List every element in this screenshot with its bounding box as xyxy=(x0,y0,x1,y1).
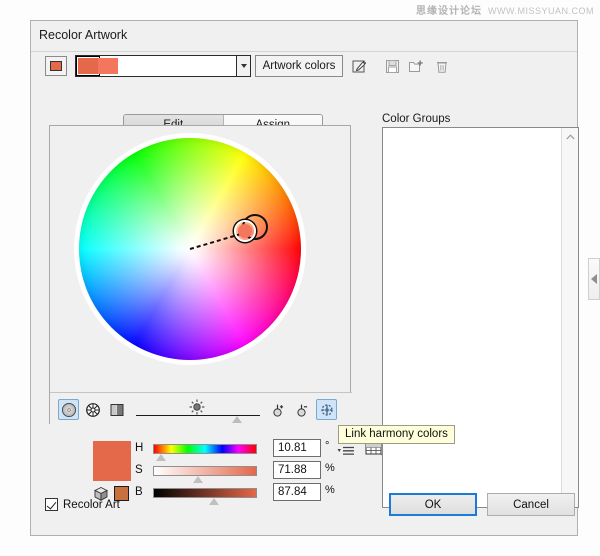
recolor-art-checkbox-wrapper[interactable]: Recolor Art xyxy=(45,498,120,511)
tooltip-link-harmony-colors: Link harmony colors xyxy=(338,425,455,444)
brightness-slider[interactable] xyxy=(136,402,260,422)
combo-swatches xyxy=(76,56,120,76)
ok-button[interactable]: OK xyxy=(389,493,477,516)
brightness-icon xyxy=(187,398,207,416)
screenshot-root: 思缘设计论坛 WWW.MISSYUAN.COM Recolor Artwork A… xyxy=(0,0,600,556)
color-groups-scrollbar[interactable] xyxy=(561,128,578,507)
saturation-label: S xyxy=(135,464,147,476)
color-wheel-toolbar xyxy=(50,392,352,424)
brightness-value-field[interactable]: 87.84 xyxy=(273,483,321,501)
color-marker-dot xyxy=(238,224,252,238)
saturation-slider-bar[interactable] xyxy=(153,466,257,476)
recolor-art-checkbox[interactable] xyxy=(45,498,58,511)
recolor-art-label: Recolor Art xyxy=(63,499,120,511)
brightness-label: B xyxy=(135,486,147,498)
color-wheel[interactable] xyxy=(79,138,301,360)
artwork-colors-label: Artwork colors xyxy=(263,60,336,72)
combo-swatch-0[interactable] xyxy=(78,58,98,74)
color-group-swatch-icon xyxy=(50,61,62,71)
tooltip-text: Link harmony colors xyxy=(345,428,448,440)
link-harmony-colors-button[interactable] xyxy=(316,399,337,420)
hue-label: H xyxy=(135,442,147,454)
saturation-value-field[interactable]: 71.88 xyxy=(273,461,321,479)
combo-empty-area xyxy=(120,56,236,76)
cancel-button[interactable]: Cancel xyxy=(487,493,575,516)
watermark: 思缘设计论坛 WWW.MISSYUAN.COM xyxy=(416,2,594,17)
panel-collapse-handle[interactable] xyxy=(588,258,600,300)
display-color-bars-button[interactable] xyxy=(106,399,127,420)
hue-slider-bar[interactable] xyxy=(153,444,257,454)
collapse-arrow-icon xyxy=(591,274,597,284)
trash-icon[interactable] xyxy=(431,55,453,77)
saturation-unit: % xyxy=(325,462,335,474)
display-smooth-color-wheel-button[interactable] xyxy=(58,399,79,420)
brightness-slider-bar[interactable] xyxy=(153,488,257,498)
dialog-title: Recolor Artwork xyxy=(39,28,127,42)
color-group-combo[interactable] xyxy=(75,55,251,77)
hue-slider-thumb[interactable] xyxy=(156,454,166,461)
chevron-down-icon[interactable] xyxy=(236,56,250,76)
recolor-artwork-dialog: Recolor Artwork Artwork colors xyxy=(30,20,578,536)
saturation-slider-row: S 71.88 % xyxy=(49,464,359,478)
remove-color-tool-button[interactable] xyxy=(292,399,313,420)
slider-options-menu-icon[interactable] xyxy=(337,444,355,458)
watermark-url: WWW.MISSYUAN.COM xyxy=(488,6,594,16)
brightness-value-slider-thumb[interactable] xyxy=(209,498,219,505)
save-icon[interactable] xyxy=(381,55,403,77)
color-groups-panel xyxy=(382,127,579,508)
color-marker[interactable] xyxy=(234,214,268,248)
hue-slider-row: H 10.81 ° xyxy=(49,442,359,456)
hue-value-field[interactable]: 10.81 xyxy=(273,439,321,457)
scroll-up-icon[interactable] xyxy=(562,128,579,145)
color-wheel-area[interactable] xyxy=(50,126,352,392)
hue-unit: ° xyxy=(325,440,329,452)
color-picker-icon[interactable] xyxy=(349,55,371,77)
color-groups-list[interactable] xyxy=(383,128,561,507)
saturation-slider-thumb[interactable] xyxy=(193,476,203,483)
new-folder-icon[interactable] xyxy=(405,55,427,77)
color-groups-label: Color Groups xyxy=(382,113,450,125)
artwork-colors-button[interactable]: Artwork colors xyxy=(255,55,343,77)
brightness-unit: % xyxy=(325,484,335,496)
ok-button-label: OK xyxy=(425,499,442,511)
cancel-button-label: Cancel xyxy=(513,499,549,511)
color-wheel-edge-shadow xyxy=(79,138,301,360)
title-divider xyxy=(31,51,577,52)
color-group-swatch-button[interactable] xyxy=(45,56,67,76)
display-segmented-color-wheel-button[interactable] xyxy=(82,399,103,420)
color-wheel-panel xyxy=(49,125,351,424)
watermark-cn: 思缘设计论坛 xyxy=(416,6,482,17)
brightness-slider-thumb[interactable] xyxy=(232,416,242,423)
combo-swatch-1[interactable] xyxy=(98,58,118,74)
add-color-tool-button[interactable] xyxy=(268,399,289,420)
